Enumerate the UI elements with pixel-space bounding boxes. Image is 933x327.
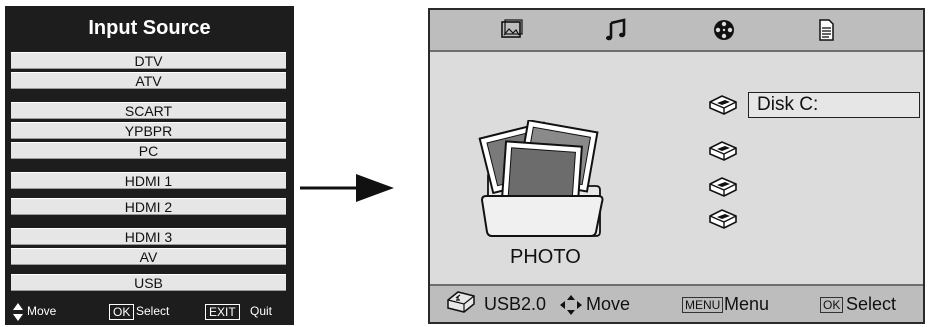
menu-title: Input Source — [88, 17, 211, 39]
source-item-hdmi1[interactable]: HDMI 1 — [11, 172, 286, 189]
folder-label: PHOTO — [510, 246, 581, 268]
usb-drive-icon — [447, 291, 475, 313]
disk-drive-icon[interactable] — [708, 94, 738, 116]
selected-disk-label[interactable]: Disk C: — [748, 92, 920, 118]
right-arrow-icon — [300, 174, 394, 202]
source-item-av[interactable]: AV — [11, 248, 286, 265]
disk-drive-icon[interactable] — [708, 176, 738, 198]
source-item-ypbpr[interactable]: YPBPR — [11, 122, 286, 139]
photo-folder-icon[interactable] — [478, 120, 614, 238]
source-item-dtv[interactable]: DTV — [11, 52, 286, 69]
ok-key: OK — [820, 297, 844, 313]
exit-key: EXIT — [205, 304, 240, 320]
source-item-pc[interactable]: PC — [11, 142, 286, 159]
media-footer: USB2.0 Move MENU Menu OK Select — [430, 284, 923, 322]
usb-label: USB2.0 — [484, 294, 547, 314]
photo-icon[interactable] — [500, 18, 524, 42]
movie-icon[interactable] — [712, 18, 736, 42]
select-hint: Select — [846, 294, 897, 314]
media-content: PHOTO Disk C: — [430, 52, 923, 286]
source-item-hdmi2[interactable]: HDMI 2 — [11, 198, 286, 215]
disk-drive-icon[interactable] — [708, 208, 738, 230]
move-hint: Move — [586, 294, 631, 314]
source-item-hdmi3[interactable]: HDMI 3 — [11, 228, 286, 245]
four-way-arrow-icon — [560, 295, 582, 315]
ok-key: OK — [109, 304, 135, 320]
move-hint: Move — [27, 304, 57, 318]
menu-key: MENU — [682, 297, 724, 313]
media-browser: PHOTO Disk C: USB2.0 Move MENU Menu OK S… — [428, 8, 925, 324]
media-tabs — [430, 10, 923, 52]
quit-hint: Quit — [250, 304, 273, 318]
up-down-arrow-icon — [13, 303, 23, 321]
select-hint: Select — [136, 304, 170, 318]
music-icon[interactable] — [604, 18, 628, 42]
source-item-scart[interactable]: SCART — [11, 102, 286, 119]
source-item-atv[interactable]: ATV — [11, 72, 286, 89]
input-source-menu: Input Source DTV ATV SCART YPBPR PC HDMI… — [5, 6, 294, 325]
menu-footer: Move OK Select EXIT Quit — [5, 299, 294, 325]
text-icon[interactable] — [814, 18, 838, 42]
menu-hint: Menu — [724, 294, 770, 314]
disk-drive-icon[interactable] — [708, 140, 738, 162]
source-item-usb[interactable]: USB — [11, 274, 286, 291]
